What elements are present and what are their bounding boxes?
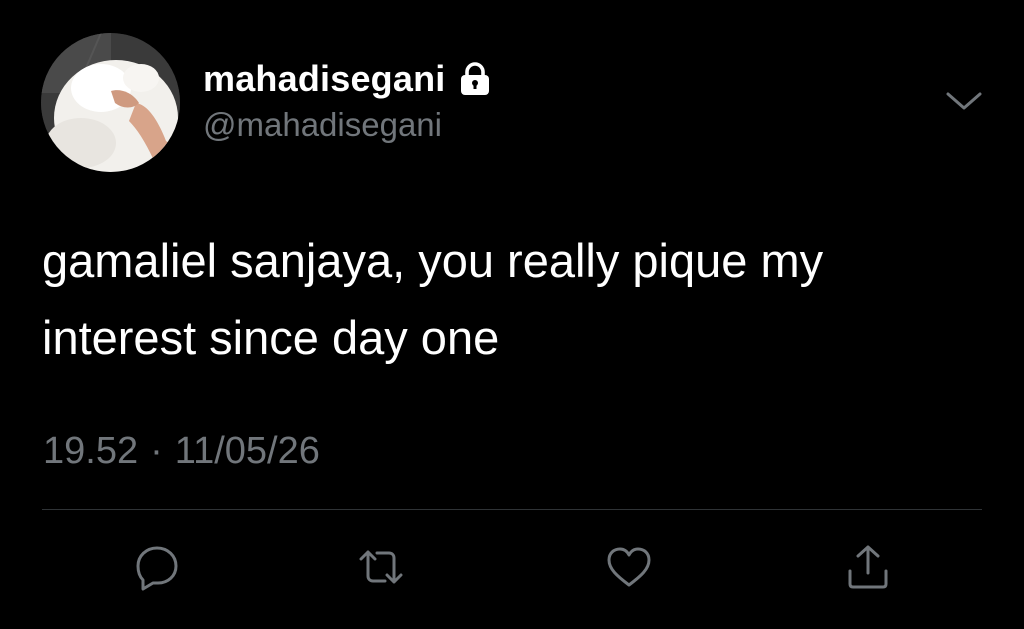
share-button[interactable] (842, 541, 894, 593)
chevron-down-icon[interactable] (944, 88, 984, 116)
heart-icon (607, 547, 651, 587)
display-name[interactable]: mahadisegani (203, 61, 445, 97)
tweet-date: 11/05/26 (174, 430, 320, 472)
timestamp[interactable]: 19.52 · 11/05/26 (43, 432, 320, 470)
share-icon (848, 545, 888, 589)
lock-icon (461, 62, 490, 95)
reply-icon (136, 546, 178, 591)
author-name-row: mahadisegani (203, 56, 493, 102)
retweet-button[interactable] (355, 541, 407, 593)
divider (42, 509, 982, 510)
tweet-text: gamaliel sanjaya, you really pique my in… (42, 234, 824, 364)
retweet-icon (359, 550, 403, 584)
avatar-photo (41, 33, 180, 172)
tweet-time: 19.52 (43, 430, 139, 472)
handle[interactable]: @mahadisegani (203, 108, 442, 141)
avatar[interactable] (41, 33, 180, 172)
timestamp-separator: · (150, 430, 163, 472)
like-button[interactable] (603, 541, 655, 593)
reply-button[interactable] (131, 541, 183, 593)
